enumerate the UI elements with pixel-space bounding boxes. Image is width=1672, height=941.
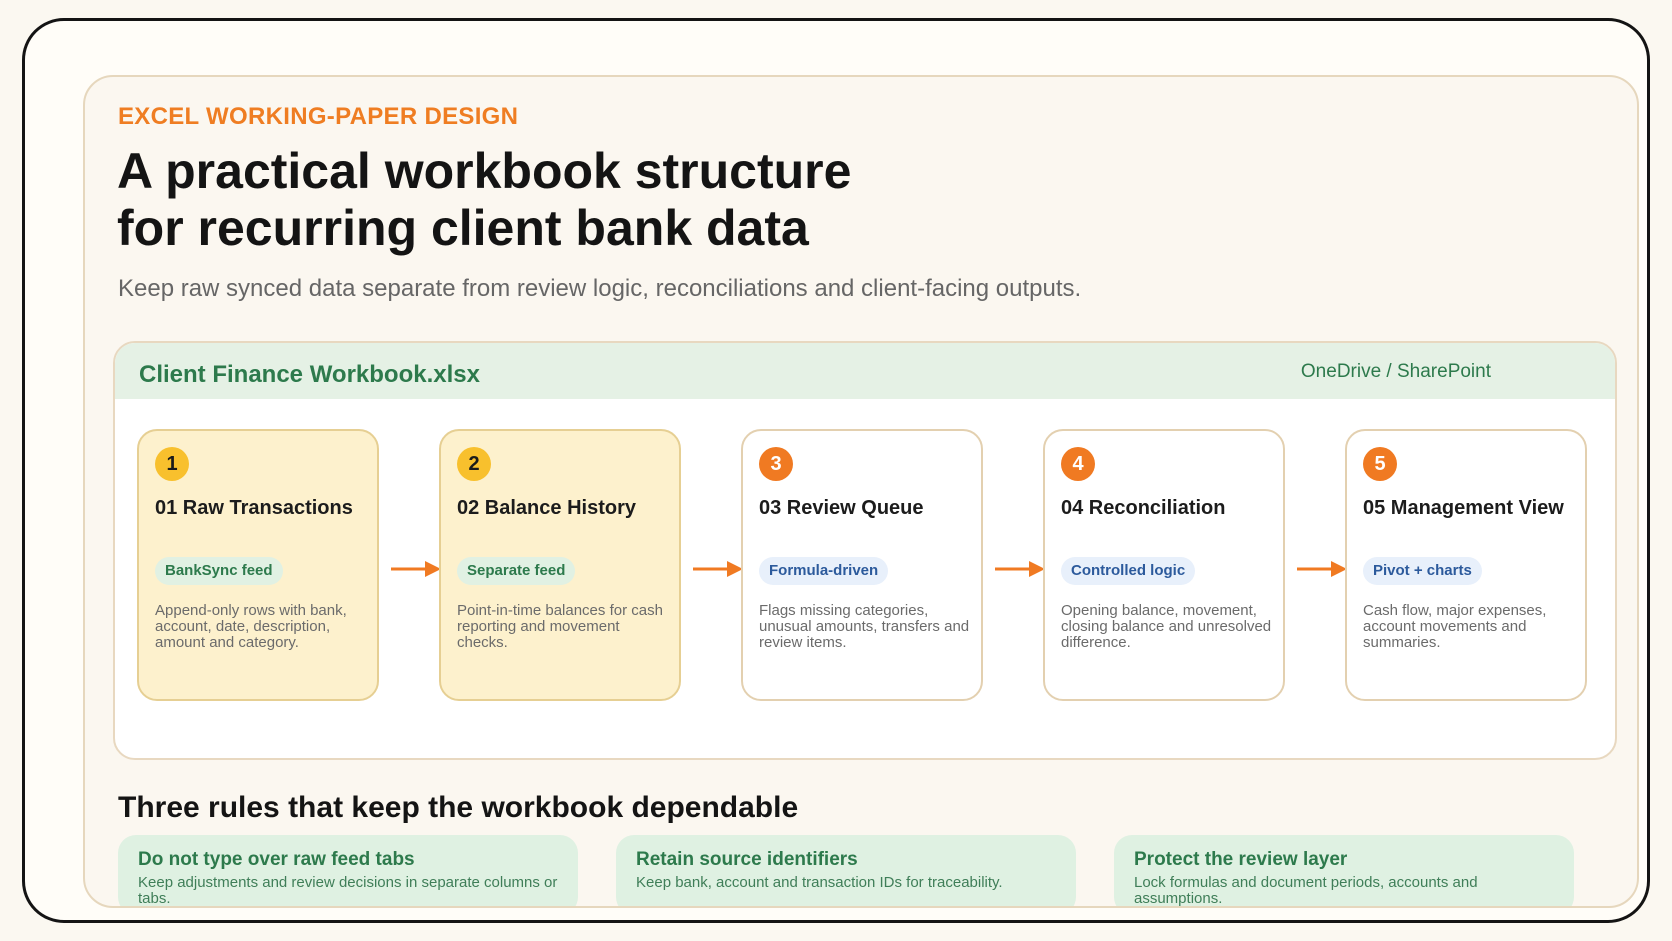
step-card-management-view: 5 05 Management View Pivot + charts Cash… [1345, 429, 1587, 701]
rule-title: Do not type over raw feed tabs [138, 849, 415, 870]
step-description: Append-only rows with bank, account, dat… [155, 602, 347, 651]
rule-card: Protect the review layer Lock formulas a… [1114, 835, 1574, 907]
arrow-right-icon [1297, 561, 1347, 577]
rule-card: Do not type over raw feed tabs Keep adju… [118, 835, 578, 907]
workbook-panel: Client Finance Workbook.xlsx OneDrive / … [113, 341, 1617, 760]
step-description: Point-in-time balances for cash reportin… [457, 602, 663, 651]
rule-description: Keep adjustments and review decisions in… [138, 874, 558, 907]
step-card-raw-transactions: 1 01 Raw Transactions BankSync feed Appe… [137, 429, 379, 701]
rule-title: Retain source identifiers [636, 849, 858, 870]
step-card-reconciliation: 4 04 Reconciliation Controlled logic Ope… [1043, 429, 1285, 701]
workbook-header: Client Finance Workbook.xlsx OneDrive / … [115, 343, 1615, 399]
page-title: A practical workbook structure for recur… [117, 143, 851, 257]
rule-card: Retain source identifiers Keep bank, acc… [616, 835, 1076, 906]
step-tag: Pivot + charts [1363, 557, 1482, 585]
content-card: EXCEL WORKING-PAPER DESIGN A practical w… [83, 75, 1639, 908]
step-number-badge: 5 [1363, 447, 1397, 481]
rule-description: Keep bank, account and transaction IDs f… [636, 874, 1003, 891]
eyebrow-label: EXCEL WORKING-PAPER DESIGN [118, 103, 519, 130]
arrow-right-icon [391, 561, 441, 577]
page-title-line-1: A practical workbook structure [117, 143, 852, 199]
step-tag: Controlled logic [1061, 557, 1196, 585]
arrow-right-icon [995, 561, 1045, 577]
arrow-right-icon [693, 561, 743, 577]
step-title: 02 Balance History [457, 497, 636, 519]
page-title-line-2: for recurring client bank data [117, 200, 809, 256]
step-description: Cash flow, major expenses, account movem… [1363, 602, 1547, 651]
step-tag: Separate feed [457, 557, 576, 585]
workbook-location: OneDrive / SharePoint [1300, 361, 1491, 382]
workbook-filename: Client Finance Workbook.xlsx [139, 361, 480, 388]
rule-title: Protect the review layer [1134, 849, 1348, 870]
step-number-badge: 3 [759, 447, 793, 481]
step-card-review-queue: 3 03 Review Queue Formula-driven Flags m… [741, 429, 983, 701]
step-tag: Formula-driven [759, 557, 889, 585]
step-title: 04 Reconciliation [1061, 497, 1226, 519]
step-card-balance-history: 2 02 Balance History Separate feed Point… [439, 429, 681, 701]
step-description: Opening balance, movement, closing balan… [1061, 602, 1272, 651]
page-subtitle: Keep raw synced data separate from revie… [118, 275, 1082, 302]
rule-description: Lock formulas and document periods, acco… [1134, 874, 1478, 907]
step-number-badge: 1 [155, 447, 189, 481]
step-title: 01 Raw Transactions [155, 497, 353, 519]
step-number-badge: 4 [1061, 447, 1095, 481]
step-description: Flags missing categories, unusual amount… [759, 602, 970, 651]
step-title: 03 Review Queue [759, 497, 924, 519]
device-frame: EXCEL WORKING-PAPER DESIGN A practical w… [22, 18, 1650, 923]
step-number-badge: 2 [457, 447, 491, 481]
rules-heading: Three rules that keep the workbook depen… [118, 791, 799, 824]
step-tag: BankSync feed [155, 557, 283, 585]
step-title: 05 Management View [1363, 497, 1564, 519]
